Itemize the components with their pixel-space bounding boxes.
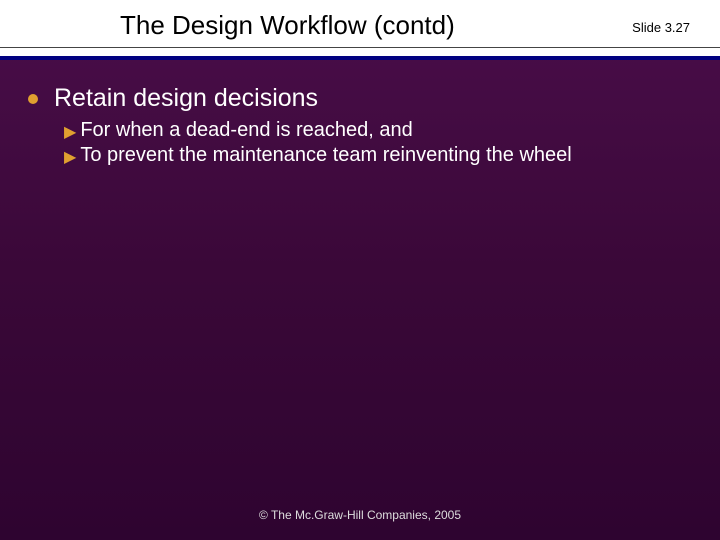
slide-footer: © The Mc.Graw-Hill Companies, 2005 [0, 508, 720, 522]
arrow-icon: ▶ [64, 147, 76, 167]
copyright-text: © The Mc.Graw-Hill Companies, 2005 [259, 508, 461, 522]
sub-bullet-item: ▶ For when a dead-end is reached, and [28, 119, 692, 142]
slide-header: The Design Workflow (contd) Slide 3.27 [0, 0, 720, 60]
bullet-item: Retain design decisions [28, 84, 692, 113]
slide-number: Slide 3.27 [632, 20, 690, 35]
arrow-icon: ▶ [64, 122, 76, 142]
sub-bullet-item: ▶ To prevent the maintenance team reinve… [28, 144, 692, 167]
bullet-dot-icon [28, 94, 38, 104]
bullet-text: Retain design decisions [54, 84, 318, 113]
sub-bullet-text: To prevent the maintenance team reinvent… [80, 144, 571, 167]
slide-content: Retain design decisions ▶ For when a dea… [0, 60, 720, 167]
sub-bullet-text: For when a dead-end is reached, and [80, 119, 412, 142]
header-inner: The Design Workflow (contd) [0, 10, 720, 48]
slide-title: The Design Workflow (contd) [0, 10, 720, 41]
